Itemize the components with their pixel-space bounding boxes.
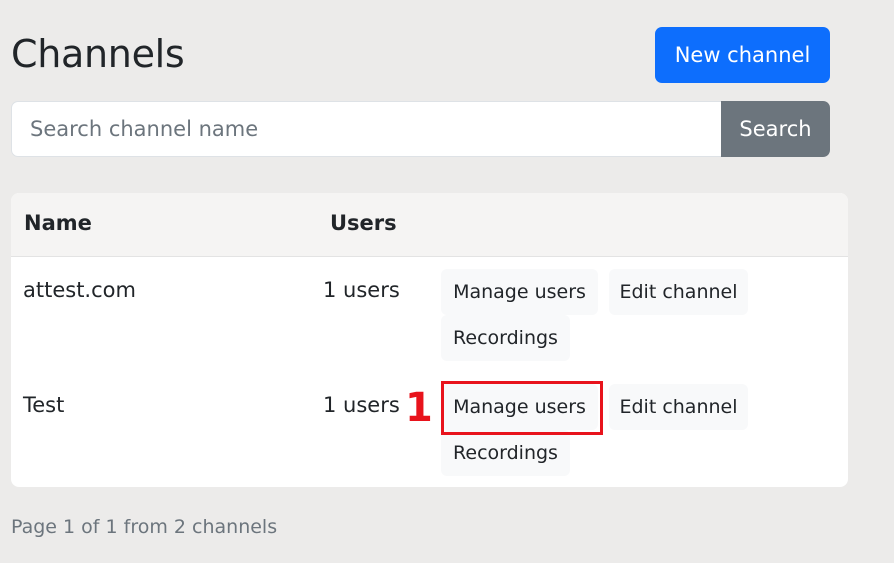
pagination-text: Page 1 of 1 from 2 channels	[11, 516, 278, 538]
annotation-marker: 1	[405, 385, 433, 431]
edit-channel-button[interactable]: Edit channel	[609, 384, 748, 430]
channel-name: Test	[23, 393, 65, 417]
channel-user-count: 1 users	[323, 278, 400, 302]
search-button[interactable]: Search	[721, 101, 830, 157]
search-input[interactable]	[11, 101, 721, 157]
manage-users-button[interactable]: Manage users	[441, 269, 598, 315]
recordings-button[interactable]: Recordings	[441, 430, 570, 476]
search-bar: Search	[11, 101, 830, 157]
channel-name: attest.com	[23, 278, 136, 302]
manage-users-button[interactable]: Manage users	[441, 384, 598, 430]
channel-user-count: 1 users	[323, 393, 400, 417]
new-channel-button[interactable]: New channel	[655, 27, 830, 83]
table-header: Name Users	[11, 193, 848, 257]
channels-table: Name Users attest.com 1 users Manage use…	[11, 193, 848, 487]
edit-channel-button[interactable]: Edit channel	[609, 269, 748, 315]
recordings-button[interactable]: Recordings	[441, 315, 570, 361]
page-title: Channels	[11, 32, 185, 76]
column-header-name: Name	[24, 211, 92, 235]
column-header-users: Users	[330, 211, 397, 235]
